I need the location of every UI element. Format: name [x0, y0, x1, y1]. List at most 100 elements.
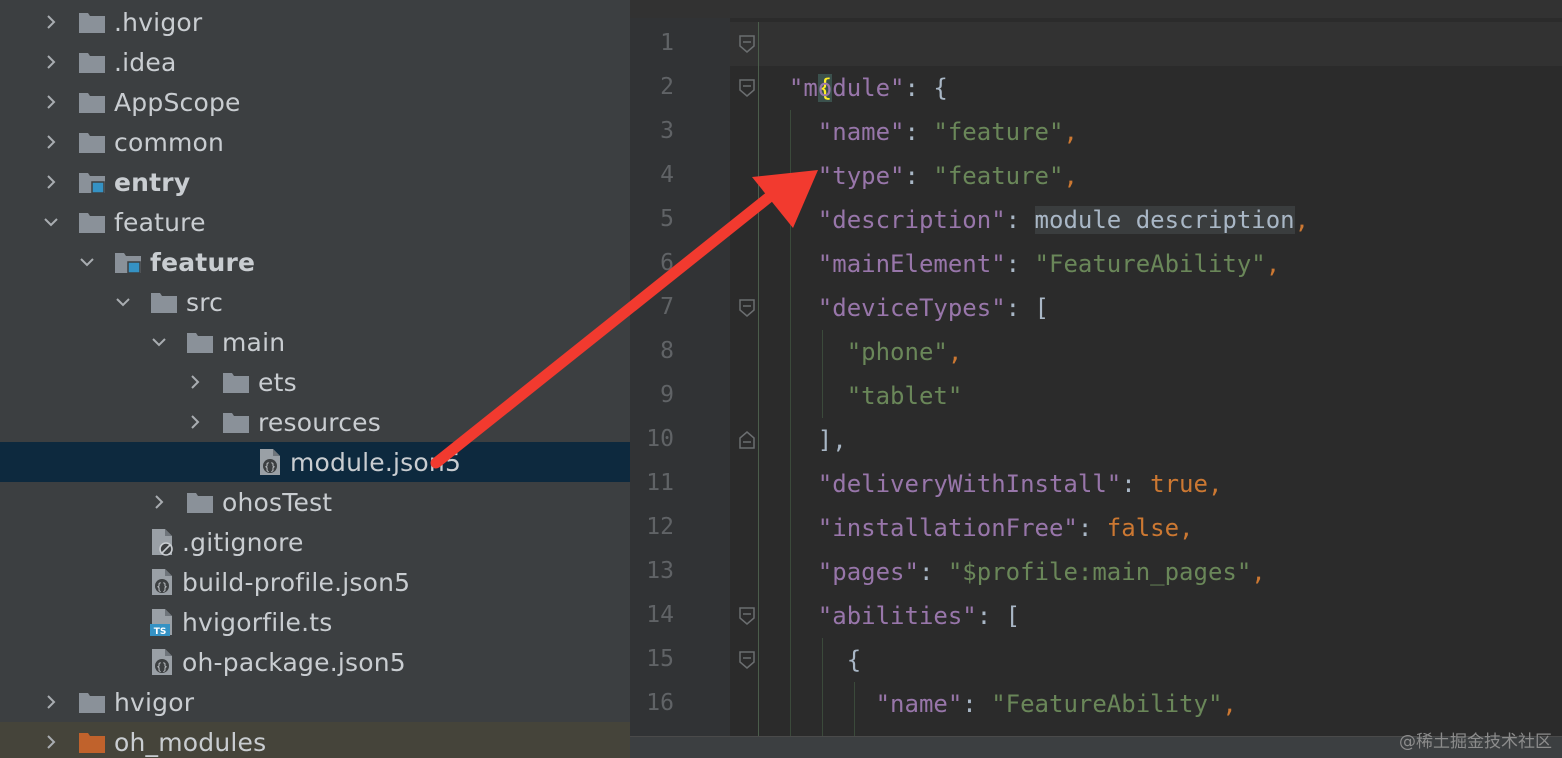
code-line-8[interactable]: "phone",	[760, 330, 963, 374]
folder-icon	[78, 10, 106, 34]
tree-item-src[interactable]: src	[0, 282, 630, 322]
tree-item-gitignore[interactable]: .gitignore	[0, 522, 630, 562]
tree-item-label: resources	[258, 407, 381, 437]
json-colon: :	[904, 162, 934, 190]
json-colon: :	[1005, 206, 1035, 234]
line-number: 10	[646, 426, 674, 452]
code-line-15[interactable]: {	[760, 638, 861, 682]
code-line-12[interactable]: "installationFree": false,	[760, 506, 1194, 550]
chevron-right-icon[interactable]	[186, 373, 204, 391]
code-line-16[interactable]: "name": "FeatureAbility",	[760, 682, 1237, 726]
tree-item-label: oh-package.json5	[182, 647, 406, 677]
chevron-right-icon[interactable]	[42, 133, 60, 151]
folder-icon	[186, 330, 214, 354]
tree-item-label: module.json5	[290, 447, 462, 477]
tree-item-appscope[interactable]: AppScope	[0, 82, 630, 122]
code-line-3[interactable]: "name": "feature",	[760, 110, 1078, 154]
line-number: 3	[660, 118, 674, 144]
folder-icon	[222, 370, 250, 394]
chevron-right-icon[interactable]	[150, 493, 168, 511]
tree-item-feature[interactable]: feature	[0, 242, 630, 282]
tree-item-ohostest[interactable]: ohosTest	[0, 482, 630, 522]
line-number: 5	[660, 206, 674, 232]
chevron-right-icon[interactable]	[186, 413, 204, 431]
tree-item-ets[interactable]: ets	[0, 362, 630, 402]
editor-tab-bar	[630, 0, 1562, 18]
chevron-down-icon[interactable]	[42, 213, 60, 231]
json-key: "deviceTypes"	[817, 294, 1006, 322]
chevron-down-icon[interactable]	[150, 333, 168, 351]
json-key: "type"	[817, 162, 905, 190]
json-boolean: false	[1106, 514, 1180, 542]
code-line-14[interactable]: "abilities": [	[760, 594, 1020, 638]
line-number: 11	[646, 470, 674, 496]
tree-item-module-json5[interactable]: {} module.json5	[0, 442, 630, 482]
tree-item-label: hvigor	[114, 687, 195, 717]
json-string: "$profile:main_pages"	[947, 558, 1252, 586]
chevron-right-icon[interactable]	[42, 173, 60, 191]
folder-icon	[78, 130, 106, 154]
fold-collapse-icon[interactable]	[737, 298, 757, 318]
code-line-13[interactable]: "pages": "$profile:main_pages",	[760, 550, 1266, 594]
json-comma: ,	[1294, 206, 1310, 234]
line-number: 4	[660, 162, 674, 188]
gitignore-file-icon	[150, 528, 174, 556]
tree-item-hvigor[interactable]: hvigor	[0, 682, 630, 722]
tree-item-label: feature	[150, 247, 256, 277]
json-comma: ,	[1222, 690, 1237, 718]
tree-item-label: feature	[114, 207, 206, 237]
json-boolean: true	[1150, 470, 1208, 498]
code-line-2[interactable]: "module": {	[760, 66, 948, 110]
current-line-highlight	[730, 22, 1562, 66]
tree-item-label: hvigorfile.ts	[182, 607, 333, 637]
line-number: 1	[660, 30, 674, 56]
code-line-7[interactable]: "deviceTypes": [	[760, 286, 1049, 330]
tree-item-hvigor[interactable]: .hvigor	[0, 2, 630, 42]
json-punct: : [	[1005, 294, 1049, 322]
fold-collapse-icon[interactable]	[737, 78, 757, 98]
tree-item-oh-package-json5[interactable]: {} oh-package.json5	[0, 642, 630, 682]
chevron-down-icon[interactable]	[78, 253, 96, 271]
fold-collapse-icon[interactable]	[737, 606, 757, 626]
tree-item-feature[interactable]: feature	[0, 202, 630, 242]
chevron-right-icon[interactable]	[42, 733, 60, 751]
tree-item-label: oh_modules	[114, 727, 267, 757]
code-line-4[interactable]: "type": "feature",	[760, 154, 1078, 198]
fold-collapse-icon[interactable]	[737, 34, 757, 54]
code-line-1[interactable]: {	[760, 22, 833, 102]
chevron-right-icon[interactable]	[42, 693, 60, 711]
folder-icon	[78, 90, 106, 114]
tree-item-hvigorfile-ts[interactable]: TS hvigorfile.ts	[0, 602, 630, 642]
code-line-5[interactable]: "description": module description,	[760, 198, 1309, 242]
chevron-right-icon[interactable]	[42, 93, 60, 111]
tree-item-idea[interactable]: .idea	[0, 42, 630, 82]
json-punct: ],	[817, 426, 847, 454]
code-line-11[interactable]: "deliveryWithInstall": true,	[760, 462, 1223, 506]
tree-item-resources[interactable]: resources	[0, 402, 630, 442]
fold-end-icon[interactable]	[737, 430, 757, 450]
line-number: 16	[646, 690, 674, 716]
json-string: "feature"	[933, 162, 1064, 190]
code-line-6[interactable]: "mainElement": "FeatureAbility",	[760, 242, 1280, 286]
tree-item-oh-modules[interactable]: oh_modules	[0, 722, 630, 758]
fold-collapse-icon[interactable]	[737, 650, 757, 670]
chevron-right-icon[interactable]	[42, 13, 60, 31]
json-colon: :	[918, 558, 948, 586]
tree-item-common[interactable]: common	[0, 122, 630, 162]
tree-item-main[interactable]: main	[0, 322, 630, 362]
tree-item-entry[interactable]: entry	[0, 162, 630, 202]
tree-item-build-profile-json5[interactable]: {} build-profile.json5	[0, 562, 630, 602]
code-line-10[interactable]: ],	[760, 418, 847, 462]
json-key: "pages"	[817, 558, 919, 586]
code-editor[interactable]: 1 2 3 4 5 6 7 8 9 10 11 12 13 14 15 16 { "module": { "n…	[630, 0, 1562, 758]
json-key: "abilities"	[817, 602, 977, 630]
code-line-9[interactable]: "tablet"	[760, 374, 963, 418]
line-number: 8	[660, 338, 674, 364]
chevron-down-icon[interactable]	[114, 293, 132, 311]
line-number: 7	[660, 294, 674, 320]
tree-item-label: entry	[114, 167, 191, 197]
json-comma: ,	[1063, 118, 1078, 146]
chevron-right-icon[interactable]	[42, 53, 60, 71]
line-number: 15	[646, 646, 674, 672]
project-tree: .hvigor .idea AppScope common entry feature fe…	[0, 0, 630, 758]
